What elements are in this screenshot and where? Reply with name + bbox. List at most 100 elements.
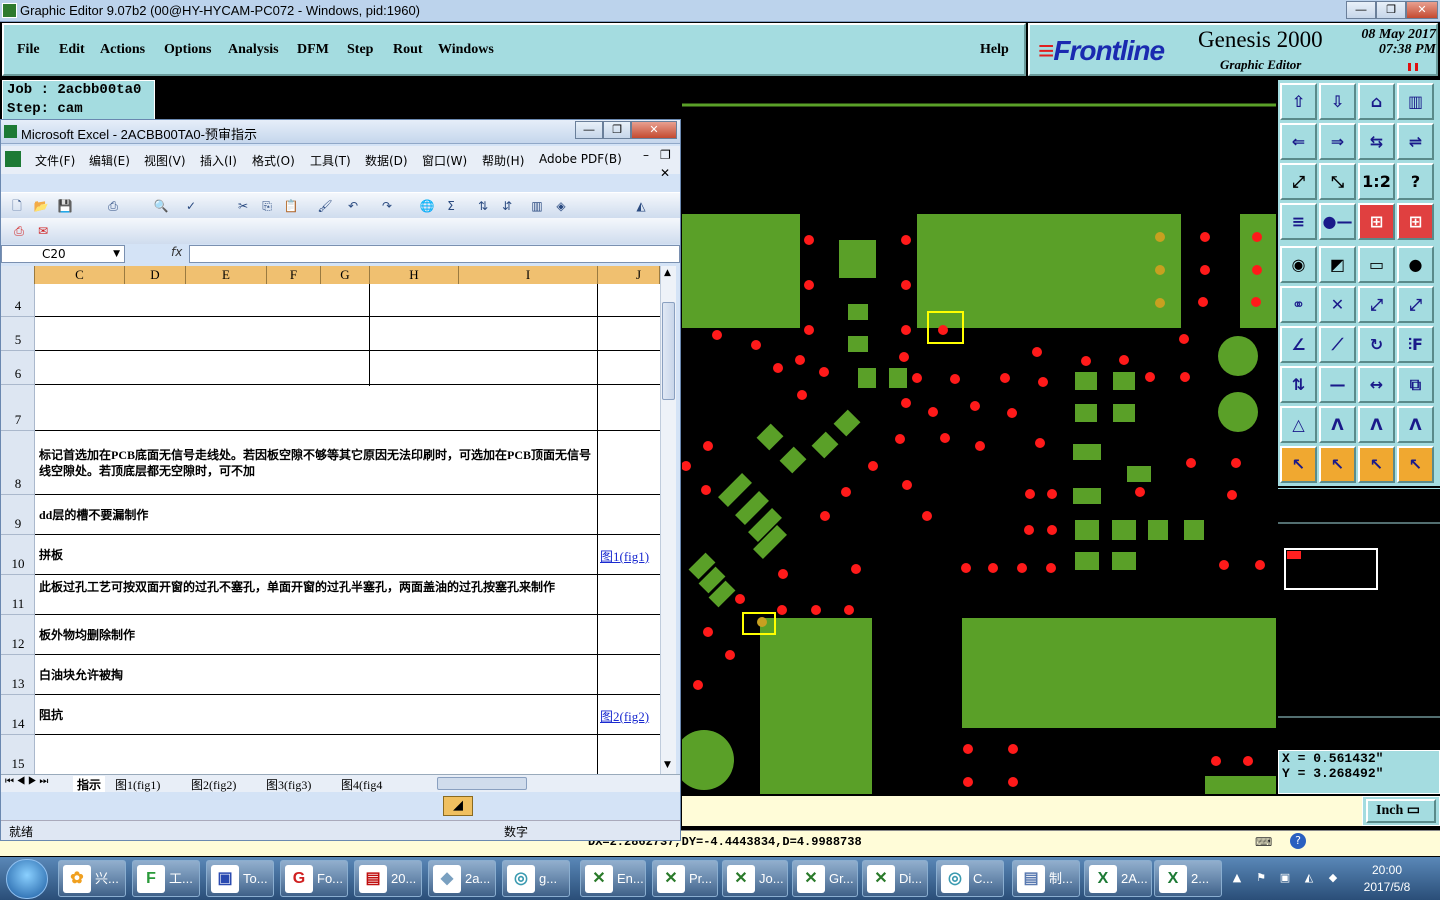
tab-fig4[interactable]: 图4(fig4: [341, 776, 382, 793]
col-header-d[interactable]: D: [125, 266, 186, 284]
save-icon[interactable]: 💾: [57, 198, 73, 214]
chart-icon[interactable]: ◢: [443, 796, 473, 816]
paste-icon[interactable]: 📋: [283, 198, 299, 214]
clock[interactable]: 20:00 2017/5/8: [1352, 862, 1422, 896]
horizontal-scroll-thumb[interactable]: [437, 777, 527, 790]
pcb-canvas[interactable]: [682, 100, 1276, 794]
tab-nav-icon[interactable]: ⏮ ◀ ▶ ⏭: [5, 776, 48, 787]
col-header-e[interactable]: E: [186, 266, 267, 284]
tool-button-1-1[interactable]: ⇒: [1319, 123, 1356, 160]
menu-file[interactable]: File: [17, 42, 40, 58]
tool-button-7-0[interactable]: ⇅: [1280, 366, 1317, 403]
overview-map[interactable]: [1278, 488, 1440, 748]
col-header-j[interactable]: J: [598, 266, 660, 284]
row-header[interactable]: 4: [1, 284, 35, 317]
tool-button-9-1[interactable]: ↖: [1319, 446, 1356, 483]
pdf-email-icon[interactable]: ✉: [35, 223, 51, 239]
tool-button-5-0[interactable]: ⚭: [1280, 286, 1317, 323]
menu-step[interactable]: Step: [347, 42, 373, 58]
taskbar-item[interactable]: ◆ 2a...: [428, 860, 496, 897]
taskbar-item[interactable]: X 2...: [1154, 860, 1222, 897]
sheet-grid[interactable]: 4 5 6 7 8 标记首选加在PCB底面无信号走线处。若因板空隙不够等其它原因无法印刷时…: [1, 284, 660, 774]
tool-button-7-1[interactable]: —: [1319, 366, 1356, 403]
excel-close-button[interactable]: ✕: [631, 121, 677, 139]
preview-icon[interactable]: 🔍: [153, 198, 169, 214]
tray-app-icon[interactable]: ◆: [1326, 871, 1340, 885]
sort-desc-icon[interactable]: ⇵: [499, 198, 515, 214]
row-header[interactable]: 15: [1, 735, 35, 774]
tool-button-6-0[interactable]: ∠: [1280, 326, 1317, 363]
xmenu-adobe[interactable]: Adobe PDF(B): [539, 152, 622, 166]
tool-button-3-1[interactable]: ●—: [1319, 203, 1356, 240]
xmenu-insert[interactable]: 插入(I): [200, 152, 237, 169]
scroll-thumb[interactable]: [662, 302, 675, 400]
table-row[interactable]: [35, 385, 660, 431]
taskbar-item[interactable]: ✕ Pr...: [652, 860, 718, 897]
tray-network-icon[interactable]: ▣: [1278, 871, 1292, 885]
xmenu-format[interactable]: 格式(O): [252, 152, 295, 169]
cell-hyperlink[interactable]: 图1(fig1): [600, 546, 649, 565]
command-line[interactable]: [682, 796, 1362, 826]
close-button[interactable]: ✕: [1406, 1, 1438, 19]
tool-button-4-0[interactable]: ◉: [1280, 246, 1317, 283]
tool-button-8-2[interactable]: Λ: [1358, 406, 1395, 443]
xmenu-edit[interactable]: 编辑(E): [89, 152, 130, 169]
redo-icon[interactable]: ↷: [379, 198, 395, 214]
cut-icon[interactable]: ✂: [235, 198, 251, 214]
taskbar-item[interactable]: G Fo...: [280, 860, 348, 897]
taskbar-item[interactable]: ✕ Di...: [862, 860, 928, 897]
menu-rout[interactable]: Rout: [393, 42, 423, 58]
tool-button-3-0[interactable]: ≡: [1280, 203, 1317, 240]
xmenu-tools[interactable]: 工具(T): [310, 152, 351, 169]
tool-button-5-1[interactable]: ✕: [1319, 286, 1356, 323]
formula-bar[interactable]: [189, 245, 680, 263]
doc-restore-icon[interactable]: ❐: [660, 148, 671, 162]
name-box[interactable]: C20 ▼: [1, 245, 125, 263]
keyboard-icon[interactable]: ⌨: [1255, 835, 1272, 849]
chevron-down-icon[interactable]: ▼: [113, 246, 120, 262]
tray-adobe-icon[interactable]: ◭: [1302, 871, 1316, 885]
tool-button-9-3[interactable]: ↖: [1397, 446, 1434, 483]
tool-button-0-0[interactable]: ⇧: [1280, 83, 1317, 120]
tool-button-3-2[interactable]: ⊞: [1358, 203, 1395, 240]
col-header-c[interactable]: C: [35, 266, 125, 284]
print-icon[interactable]: ⎙: [105, 198, 121, 214]
tool-button-0-1[interactable]: ⇩: [1319, 83, 1356, 120]
tool-button-3-3[interactable]: ⊞: [1397, 203, 1434, 240]
doc-minimize-icon[interactable]: –: [643, 148, 649, 162]
doc-close-icon[interactable]: ✕: [660, 166, 670, 180]
unit-button[interactable]: Inch ▭: [1366, 799, 1436, 823]
col-header-h[interactable]: H: [370, 266, 459, 284]
tool-button-2-2[interactable]: 1:2: [1358, 163, 1395, 200]
select-all-corner[interactable]: [1, 266, 35, 284]
row-header[interactable]: 9: [1, 495, 35, 535]
taskbar-item[interactable]: ▤ 20...: [354, 860, 422, 897]
tool-button-4-3[interactable]: ●: [1397, 246, 1434, 283]
tool-button-4-1[interactable]: ◩: [1319, 246, 1356, 283]
xmenu-view[interactable]: 视图(V): [144, 152, 186, 169]
tool-button-7-2[interactable]: ↔: [1358, 366, 1395, 403]
row-header[interactable]: 8: [1, 431, 35, 495]
row-header[interactable]: 14: [1, 695, 35, 735]
taskbar-item[interactable]: X 2A...: [1084, 860, 1152, 897]
row-header[interactable]: 7: [1, 385, 35, 431]
menu-windows[interactable]: Windows: [438, 42, 494, 58]
tool-button-1-0[interactable]: ⇐: [1280, 123, 1317, 160]
chart-wizard-icon[interactable]: ▥: [529, 198, 545, 214]
format-painter-icon[interactable]: 🖌: [317, 198, 333, 214]
menu-dfm[interactable]: DFM: [297, 42, 329, 58]
tool-button-2-0[interactable]: ⤢: [1280, 163, 1317, 200]
tray-flag-icon[interactable]: ⚑: [1254, 871, 1268, 885]
autosum-icon[interactable]: Σ: [443, 198, 459, 214]
tool-button-0-2[interactable]: ⌂: [1358, 83, 1395, 120]
hyperlink-icon[interactable]: 🌐: [419, 198, 435, 214]
tool-button-9-2[interactable]: ↖: [1358, 446, 1395, 483]
tray-expand-icon[interactable]: ▲: [1230, 871, 1244, 885]
excel-minimize-button[interactable]: —: [575, 121, 603, 139]
tool-button-5-2[interactable]: ⤢: [1358, 286, 1395, 323]
tool-button-5-3[interactable]: ⤢: [1397, 286, 1434, 323]
row-header[interactable]: 11: [1, 575, 35, 615]
tool-button-9-0[interactable]: ↖: [1280, 446, 1317, 483]
excel-maximize-button[interactable]: ❐: [603, 121, 631, 139]
sort-asc-icon[interactable]: ⇅: [475, 198, 491, 214]
